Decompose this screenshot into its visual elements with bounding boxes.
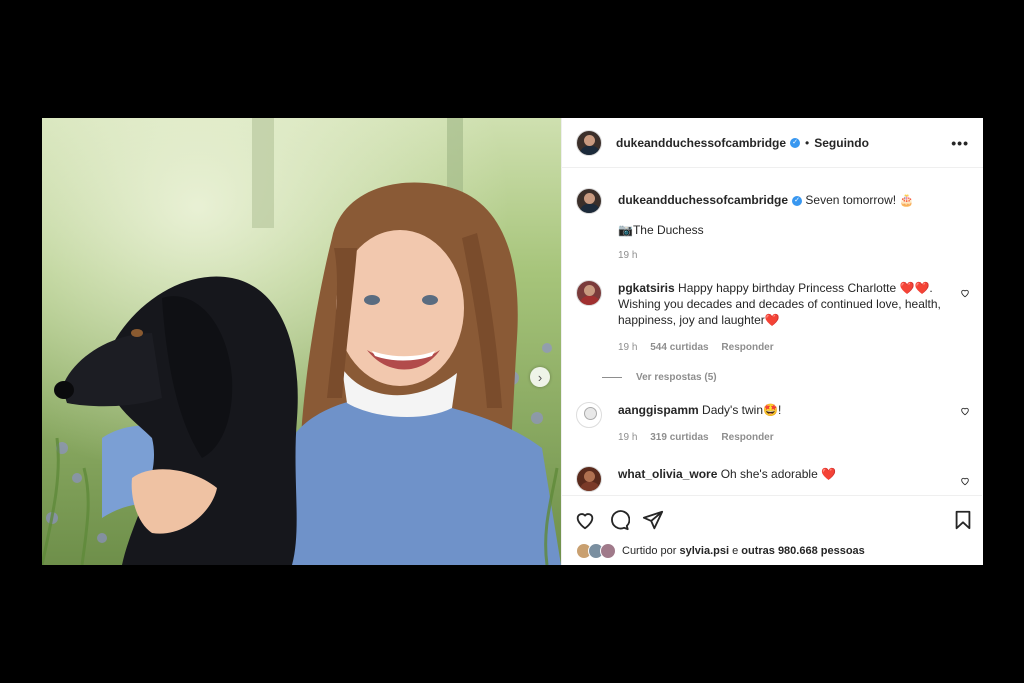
likes-prefix: Curtido por [622,545,677,557]
separator-dot: • [805,135,810,150]
post-actions: Curtido por sylvia.psi e outras 980.668 … [562,495,982,566]
account-username[interactable]: dukeandduchessofcambridge [616,136,786,150]
comment-icon[interactable] [608,509,630,531]
next-photo-button[interactable]: › [530,367,550,387]
post-header: dukeandduchessofcambridge ✓ • Seguindo •… [562,118,983,168]
comment-username[interactable]: aanggispamm [618,403,699,417]
liker-avatar[interactable] [600,543,616,559]
comment-text: what_olivia_wore Oh she's adorable ❤️ [618,466,944,482]
view-replies-button[interactable]: Ver respostas (5) [636,372,717,383]
caption-text: dukeandduchessofcambridge ✓ Seven tomorro… [618,192,944,208]
comment-avatar[interactable] [576,280,602,306]
following-button[interactable]: Seguindo [814,136,869,150]
caption-body: Seven tomorrow! 🎂 [805,193,915,207]
comment-likes[interactable]: 544 curtidas [650,342,708,353]
account-avatar[interactable] [576,129,602,156]
reply-button[interactable]: Responder [721,342,773,353]
comment-avatar[interactable] [576,402,602,428]
comment-time[interactable]: 19 h [618,342,637,353]
reply-button[interactable]: Responder [721,432,773,443]
likes-middle: e [729,545,742,557]
caption-username[interactable]: dukeandduchessofcambridge [618,193,788,207]
comment-avatar[interactable] [576,466,602,492]
caption-time[interactable]: 19 h [618,250,637,261]
likes-user[interactable]: sylvia.psi [679,545,729,557]
comment-body: Oh she's adorable ❤️ [720,467,837,481]
instagram-post: › dukeandduchessofcambridge ✓ • Seguindo… [42,118,983,565]
comment-body: Dady's twin🤩! [702,403,782,417]
verified-badge-icon: ✓ [790,137,801,148]
comment-like-heart-icon[interactable] [960,406,970,416]
comment-like-heart-icon[interactable] [960,288,970,298]
comment-text: pgkatsiris Happy happy birthday Princess… [618,280,944,328]
caption-avatar[interactable] [576,188,602,214]
bookmark-icon[interactable] [952,509,974,531]
paper-plane-icon[interactable] [642,509,664,531]
comments-list[interactable]: dukeandduchessofcambridge ✓ Seven tomorro… [562,168,982,495]
comment-like-heart-icon[interactable] [960,476,970,486]
caption-credit: 📷The Duchess [618,223,704,237]
verified-badge-icon: ✓ [792,195,803,206]
caption-meta: 19 h [618,250,647,261]
comment-meta: 19 h 544 curtidas Responder [618,342,784,353]
post-sidebar: dukeandduchessofcambridge ✓ • Seguindo •… [561,118,983,565]
comment-username[interactable]: what_olivia_wore [618,467,717,481]
photo-image [42,118,561,565]
likes-summary: Curtido por sylvia.psi e outras 980.668 … [576,543,865,559]
comment-time[interactable]: 19 h [618,432,637,443]
chevron-right-icon: › [537,369,543,385]
comment-username[interactable]: pgkatsiris [618,281,675,295]
comment-text: aanggispamm Dady's twin🤩! [618,402,944,418]
likes-others[interactable]: outras 980.668 pessoas [741,545,865,557]
post-photo[interactable]: › [42,118,561,565]
comment-meta: 19 h 319 curtidas Responder [618,432,784,443]
heart-icon[interactable] [574,509,596,531]
more-options-icon[interactable]: ••• [951,135,969,151]
comment-likes[interactable]: 319 curtidas [650,432,708,443]
